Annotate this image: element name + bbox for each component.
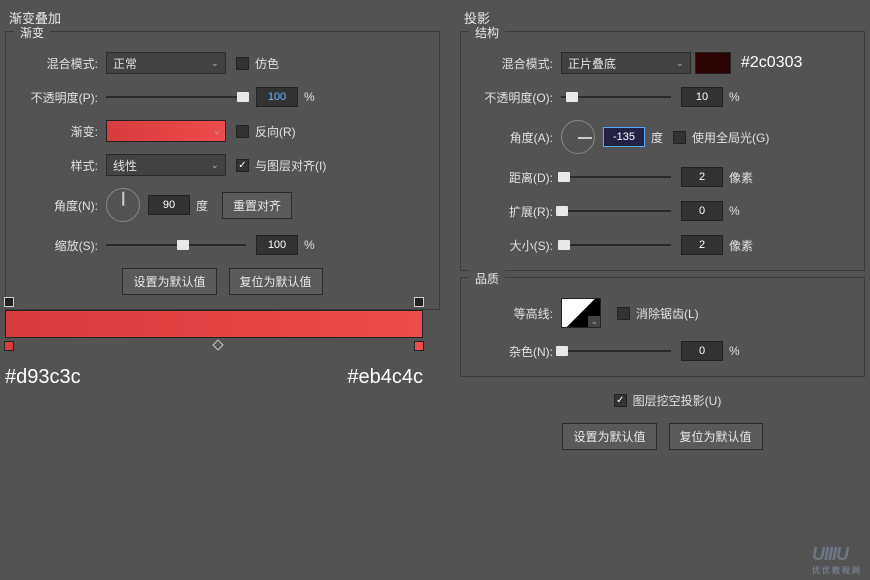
panel-title-shadow: 投影 xyxy=(460,8,865,27)
opacity-label: 不透明度(P): xyxy=(16,89,98,106)
unit-percent2: % xyxy=(304,238,315,252)
gradient-bar[interactable] xyxy=(5,310,423,338)
scale-label: 缩放(S): xyxy=(16,237,98,254)
r-angle-label: 角度(A): xyxy=(471,129,553,146)
r-unit-deg: 度 xyxy=(651,129,663,146)
unit-px1: 像素 xyxy=(729,169,753,186)
spread-slider[interactable] xyxy=(561,204,671,218)
style-select[interactable]: 线性 xyxy=(106,154,226,176)
color-code-right: #eb4c4c xyxy=(347,366,423,389)
dither-label: 仿色 xyxy=(255,55,279,72)
align-label: 与图层对齐(I) xyxy=(255,157,326,174)
angle-label: 角度(N): xyxy=(16,197,98,214)
distance-label: 距离(D): xyxy=(471,169,553,186)
reverse-checkbox[interactable] xyxy=(236,125,249,138)
watermark: UIIIU优优教程网 xyxy=(812,544,862,576)
r-unit-pct: % xyxy=(729,90,740,104)
reverse-label: 反向(R) xyxy=(255,123,296,140)
knockout-label: 图层挖空投影(U) xyxy=(633,392,722,409)
r-set-default-button[interactable]: 设置为默认值 xyxy=(562,423,656,450)
unit-px2: 像素 xyxy=(729,237,753,254)
reset-align-button[interactable]: 重置对齐 xyxy=(222,192,292,219)
group-structure: 结构 混合模式: 正片叠底 #2c0303 不透明度(O): % 角度(A): … xyxy=(460,31,865,271)
color-stop-right[interactable] xyxy=(414,341,424,351)
dither-checkbox[interactable] xyxy=(236,57,249,70)
contour-label: 等高线: xyxy=(471,305,553,322)
gradient-label: 渐变: xyxy=(16,123,98,140)
r-reset-default-button[interactable]: 复位为默认值 xyxy=(669,423,763,450)
set-default-button[interactable]: 设置为默认值 xyxy=(122,268,216,295)
aa-label: 消除锯齿(L) xyxy=(636,305,699,322)
distance-slider[interactable] xyxy=(561,170,671,184)
group-title-gradient: 渐变 xyxy=(14,24,50,41)
color-stop-left[interactable] xyxy=(4,341,14,351)
r-blend-value: 正片叠底 xyxy=(568,55,616,72)
noise-label: 杂色(N): xyxy=(471,343,553,360)
global-light-checkbox[interactable] xyxy=(673,131,686,144)
spread-input[interactable] xyxy=(681,201,723,221)
gradient-swatch[interactable] xyxy=(106,120,226,142)
r-blend-select[interactable]: 正片叠底 xyxy=(561,52,691,74)
unit-pct2: % xyxy=(729,204,740,218)
align-checkbox[interactable] xyxy=(236,159,249,172)
blend-mode-select[interactable]: 正常 xyxy=(106,52,226,74)
color-code-left: #d93c3c xyxy=(5,366,81,389)
contour-picker[interactable] xyxy=(561,298,601,328)
blend-mode-value: 正常 xyxy=(113,55,137,72)
style-label: 样式: xyxy=(16,157,98,174)
unit-pct3: % xyxy=(729,344,740,358)
opacity-stop-right[interactable] xyxy=(414,297,424,307)
r-angle-input[interactable] xyxy=(603,127,645,147)
spread-label: 扩展(R): xyxy=(471,203,553,220)
size-input[interactable] xyxy=(681,235,723,255)
scale-input[interactable] xyxy=(256,235,298,255)
color-annotation: #2c0303 xyxy=(741,54,802,72)
aa-checkbox[interactable] xyxy=(617,307,630,320)
opacity-stop-left[interactable] xyxy=(4,297,14,307)
r-angle-dial[interactable] xyxy=(561,120,595,154)
midpoint[interactable] xyxy=(212,339,223,350)
angle-input[interactable] xyxy=(148,195,190,215)
knockout-checkbox[interactable] xyxy=(614,394,627,407)
unit-degree: 度 xyxy=(196,197,208,214)
noise-input[interactable] xyxy=(681,341,723,361)
panel-title-gradient: 渐变叠加 xyxy=(5,8,440,27)
shadow-color-swatch[interactable] xyxy=(695,52,731,74)
size-slider[interactable] xyxy=(561,238,671,252)
global-light-label: 使用全局光(G) xyxy=(692,129,769,146)
angle-dial[interactable]: .angle-dial[style*="-90"]::after{transfo… xyxy=(106,188,140,222)
r-opacity-input[interactable] xyxy=(681,87,723,107)
group-quality: 品质 等高线: 消除锯齿(L) 杂色(N): % xyxy=(460,277,865,377)
unit-percent: % xyxy=(304,90,315,104)
r-opacity-slider[interactable] xyxy=(561,90,671,104)
group-gradient: 渐变 混合模式: 正常 仿色 不透明度(P): % 渐变: 反向(R) 样式: … xyxy=(5,31,440,310)
noise-slider[interactable] xyxy=(561,344,671,358)
scale-slider[interactable] xyxy=(106,238,246,252)
group-title-structure: 结构 xyxy=(469,24,505,41)
opacity-slider[interactable] xyxy=(106,90,246,104)
size-label: 大小(S): xyxy=(471,237,553,254)
opacity-input[interactable] xyxy=(256,87,298,107)
reset-default-button[interactable]: 复位为默认值 xyxy=(229,268,323,295)
r-blend-label: 混合模式: xyxy=(471,55,553,72)
group-title-quality: 品质 xyxy=(469,270,505,287)
blend-mode-label: 混合模式: xyxy=(16,55,98,72)
r-opacity-label: 不透明度(O): xyxy=(471,89,553,106)
gradient-editor: #d93c3c #eb4c4c xyxy=(5,310,423,389)
style-value: 线性 xyxy=(113,157,137,174)
distance-input[interactable] xyxy=(681,167,723,187)
